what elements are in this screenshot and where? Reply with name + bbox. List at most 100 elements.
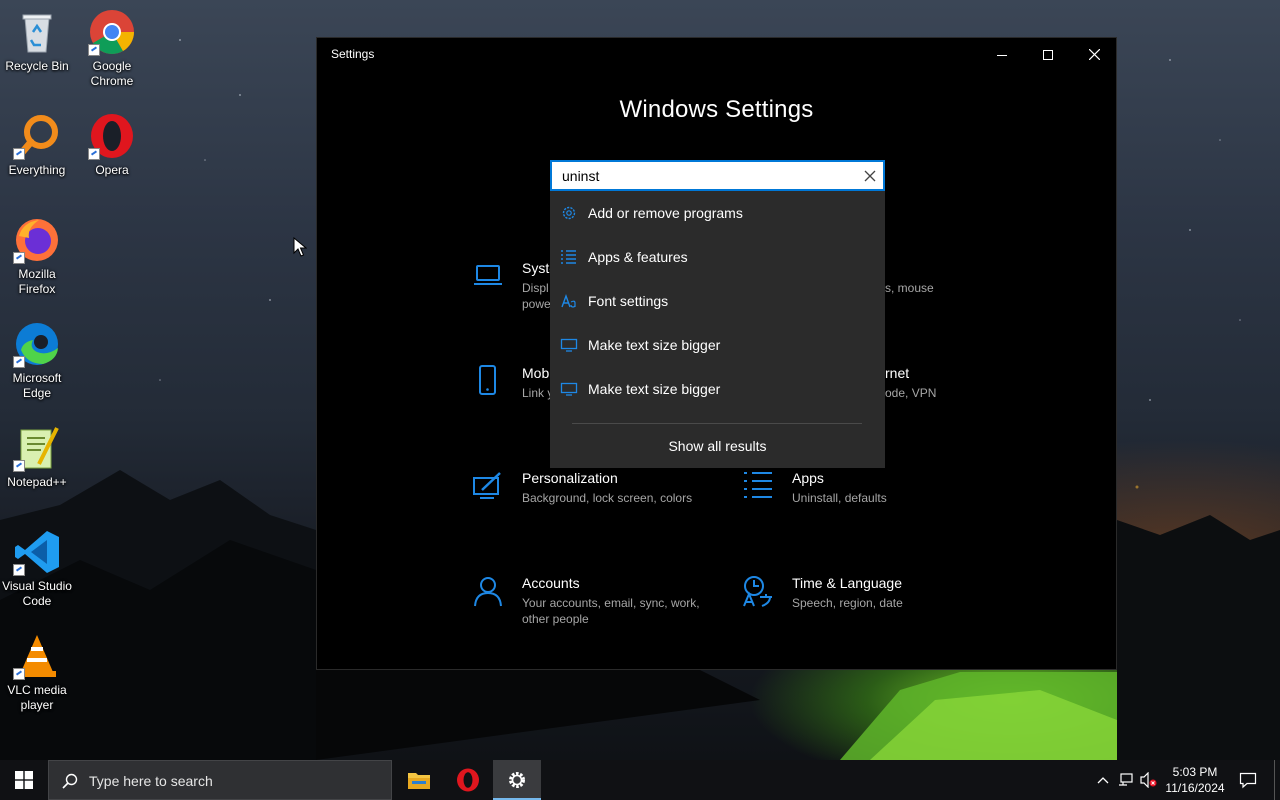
taskbar-clock[interactable]: 5:03 PM 11/16/2024: [1160, 764, 1230, 796]
category-description: Your accounts, email, sync, work, other …: [522, 596, 700, 626]
category-description: Background, lock screen, colors: [522, 491, 693, 505]
desktop-icon-label: Mozilla: [18, 267, 56, 281]
desktop-icon-opera[interactable]: Opera: [74, 112, 150, 178]
search-result-label: Make text size bigger: [588, 381, 721, 397]
desktop-icon-label: Everything: [8, 163, 66, 177]
search-icon: [62, 773, 78, 789]
taskbar-search-box[interactable]: Type here to search: [48, 760, 392, 800]
desktop-icon-vlc-media-player[interactable]: VLC media player: [0, 632, 75, 713]
desktop-icon-label: Notepad++: [7, 475, 67, 489]
volume-status[interactable]: [1138, 760, 1160, 800]
search-result-add-remove-programs[interactable]: Add or remove programs: [550, 191, 885, 235]
search-result-label: Make text size bigger: [588, 337, 721, 353]
laptop-icon: [472, 260, 504, 292]
window-titlebar[interactable]: Settings: [317, 38, 1116, 71]
shortcut-arrow-icon: [88, 148, 100, 160]
divider: [572, 423, 862, 424]
category-title: Apps: [792, 470, 824, 486]
search-result-label: Add or remove programs: [588, 205, 743, 221]
recycle-bin-icon: [22, 14, 52, 53]
shortcut-arrow-icon: [13, 460, 25, 472]
taskbar-search-placeholder: Type here to search: [89, 773, 213, 789]
time-language-icon: [742, 575, 774, 607]
phone-icon: [472, 365, 504, 397]
gear-icon: [560, 205, 578, 221]
taskbar: Type here to search 5:03 PM 11/16/2024: [0, 760, 1280, 800]
desktop-icon-notepad-plus-plus[interactable]: Notepad++: [0, 424, 75, 490]
notification-icon: [1239, 772, 1257, 789]
desktop-icon-label: Code: [22, 594, 52, 608]
personalization-icon: [472, 470, 504, 502]
category-description: s, mouse: [885, 281, 934, 295]
chevron-up-icon: [1097, 777, 1109, 784]
taskbar-opera[interactable]: [445, 760, 491, 800]
start-button[interactable]: [0, 760, 48, 800]
action-center-button[interactable]: [1234, 760, 1262, 800]
shortcut-arrow-icon: [13, 564, 25, 576]
desktop-icon-label: VLC media: [7, 683, 67, 697]
desktop-icon-label: Edge: [22, 386, 52, 400]
apps-list-icon: [742, 470, 774, 502]
list-icon: [560, 249, 578, 265]
desktop-icon-label: Chrome: [90, 74, 134, 88]
mouse-cursor-icon: [293, 237, 307, 257]
opera-icon: [457, 768, 479, 792]
taskbar-file-explorer[interactable]: [396, 760, 442, 800]
taskbar-settings[interactable]: [493, 760, 541, 800]
show-all-results-link[interactable]: Show all results: [550, 438, 885, 454]
minimize-button[interactable]: [979, 38, 1025, 71]
search-result-font-settings[interactable]: Font settings: [550, 279, 885, 323]
person-icon: [472, 575, 504, 607]
search-results-dropdown: Add or remove programs Apps & features F…: [550, 191, 885, 468]
desktop-icon-visual-studio-code[interactable]: Visual Studio Code: [0, 528, 75, 609]
network-icon: [1119, 773, 1133, 786]
category-description: Uninstall, defaults: [792, 491, 887, 505]
desktop-icon-google-chrome[interactable]: Google Chrome: [74, 8, 150, 89]
search-result-make-text-bigger[interactable]: Make text size bigger: [550, 323, 885, 367]
desktop-icon-mozilla-firefox[interactable]: Mozilla Firefox: [0, 216, 75, 297]
shortcut-arrow-icon: [13, 252, 25, 264]
search-result-apps-features[interactable]: Apps & features: [550, 235, 885, 279]
settings-window: Settings Windows Settings Syste Displ po…: [316, 37, 1117, 670]
close-icon: [1088, 49, 1100, 60]
desktop-icon-everything[interactable]: Everything: [0, 112, 75, 178]
settings-search-input[interactable]: uninst: [550, 160, 885, 191]
maximize-button[interactable]: [1025, 38, 1071, 71]
minimize-icon: [997, 54, 1007, 56]
search-result-label: Apps & features: [588, 249, 688, 265]
desktop-icon-microsoft-edge[interactable]: Microsoft Edge: [0, 320, 75, 401]
desktop-icon-label: player: [20, 698, 54, 712]
desktop-icon-label: Visual Studio: [2, 579, 72, 593]
gear-icon: [509, 772, 525, 788]
search-input-value: uninst: [562, 168, 600, 184]
shortcut-arrow-icon: [13, 148, 25, 160]
maximize-icon: [1043, 49, 1053, 60]
font-icon: [560, 293, 578, 309]
category-time-language[interactable]: Time & Language Speech, region, date: [742, 575, 972, 639]
shortcut-arrow-icon: [13, 356, 25, 368]
file-explorer-icon: [408, 773, 430, 789]
shortcut-arrow-icon: [88, 44, 100, 56]
category-title: Time & Language: [792, 575, 902, 591]
show-hidden-icons-button[interactable]: [1092, 760, 1114, 800]
close-button[interactable]: [1071, 38, 1117, 71]
category-apps[interactable]: Apps Uninstall, defaults: [742, 470, 972, 534]
desktop-icon-recycle-bin[interactable]: Recycle Bin: [0, 8, 75, 74]
search-result-make-text-bigger[interactable]: Make text size bigger: [550, 367, 885, 411]
clock-time: 5:03 PM: [1172, 765, 1218, 779]
category-accounts[interactable]: Accounts Your accounts, email, sync, wor…: [472, 575, 702, 639]
monitor-icon: [560, 381, 578, 397]
category-title: rnet: [885, 365, 910, 381]
shortcut-arrow-icon: [13, 668, 25, 680]
desktop-icon-label: Microsoft: [12, 371, 62, 385]
category-title: Accounts: [522, 575, 580, 591]
category-personalization[interactable]: Personalization Background, lock screen,…: [472, 470, 702, 534]
page-title: Windows Settings: [619, 96, 814, 123]
monitor-icon: [560, 337, 578, 353]
search-result-label: Font settings: [588, 293, 669, 309]
network-status[interactable]: [1116, 760, 1136, 800]
show-desktop-button[interactable]: [1274, 760, 1275, 800]
clear-search-button[interactable]: [863, 169, 877, 183]
category-description: ode, VPN: [885, 386, 937, 400]
clock-date: 11/16/2024: [1165, 781, 1225, 795]
